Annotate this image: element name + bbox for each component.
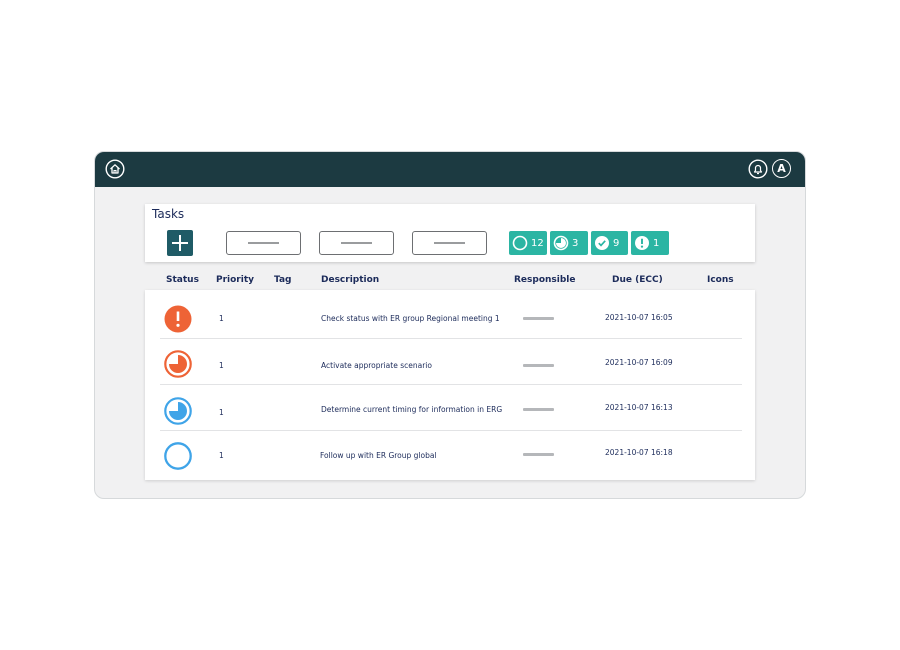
stat-done[interactable]: 9 <box>591 231 628 255</box>
column-header-description[interactable]: Description <box>321 275 379 285</box>
description-cell: Activate appropriate scenario <box>321 361 432 370</box>
filter-button-3[interactable] <box>412 231 487 255</box>
stat-in-progress[interactable]: 3 <box>550 231 588 255</box>
priority-cell: 1 <box>219 451 224 460</box>
page-title: Tasks <box>152 207 185 221</box>
stat-count: 12 <box>531 237 544 249</box>
check-circle-icon <box>595 236 609 250</box>
bell-icon[interactable] <box>748 159 768 179</box>
column-header-responsible[interactable]: Responsible <box>514 275 576 285</box>
priority-cell: 1 <box>219 314 224 323</box>
due-cell: 2021-10-07 16:13 <box>605 403 673 412</box>
avatar[interactable]: A <box>772 159 791 178</box>
responsible-placeholder <box>523 364 554 367</box>
stat-count: 9 <box>613 237 620 249</box>
description-cell: Check status with ER group Regional meet… <box>321 314 500 323</box>
circle-progress-icon <box>553 235 569 251</box>
column-header-icons[interactable]: Icons <box>707 275 734 285</box>
column-header-tag[interactable]: Tag <box>274 275 292 285</box>
tasks-toolbar: Tasks 12 3 9 1 <box>145 204 755 262</box>
status-in-progress-icon <box>164 350 192 378</box>
placeholder-bar <box>341 242 372 244</box>
column-header-priority[interactable]: Priority <box>216 275 254 285</box>
due-cell: 2021-10-07 16:18 <box>605 448 673 457</box>
table-row[interactable]: 1 Follow up with ER Group global 2021-10… <box>145 431 755 477</box>
circle-open-icon <box>512 235 528 251</box>
priority-cell: 1 <box>219 408 224 417</box>
description-cell: Follow up with ER Group global <box>320 451 437 460</box>
responsible-placeholder <box>523 453 554 456</box>
app-window: A Tasks 12 3 9 1 Status Priority Tag Des… <box>94 151 806 499</box>
table-row[interactable]: 1 Check status with ER group Regional me… <box>145 293 755 339</box>
task-table: 1 Check status with ER group Regional me… <box>145 290 755 480</box>
responsible-placeholder <box>523 317 554 320</box>
description-cell: Determine current timing for information… <box>321 405 503 414</box>
due-cell: 2021-10-07 16:05 <box>605 313 673 322</box>
priority-cell: 1 <box>219 361 224 370</box>
column-header-status[interactable]: Status <box>166 275 199 285</box>
exclamation-circle-icon <box>635 236 649 250</box>
table-row[interactable]: 1 Activate appropriate scenario 2021-10-… <box>145 339 755 385</box>
stat-alert[interactable]: 1 <box>631 231 669 255</box>
home-icon[interactable] <box>105 159 125 179</box>
stat-count: 3 <box>572 237 579 249</box>
status-alert-icon <box>164 305 192 333</box>
filter-button-1[interactable] <box>226 231 301 255</box>
add-task-button[interactable] <box>167 230 193 256</box>
plus-icon <box>172 235 188 251</box>
status-in-progress-icon <box>164 397 192 425</box>
placeholder-bar <box>248 242 279 244</box>
top-bar: A <box>95 152 805 187</box>
due-cell: 2021-10-07 16:09 <box>605 358 673 367</box>
filter-button-2[interactable] <box>319 231 394 255</box>
responsible-placeholder <box>523 408 554 411</box>
table-row[interactable]: 1 Determine current timing for informati… <box>145 385 755 431</box>
status-open-icon <box>164 442 192 470</box>
column-header-due[interactable]: Due (ECC) <box>612 275 663 285</box>
placeholder-bar <box>434 242 465 244</box>
stat-count: 1 <box>653 237 660 249</box>
stat-open[interactable]: 12 <box>509 231 547 255</box>
